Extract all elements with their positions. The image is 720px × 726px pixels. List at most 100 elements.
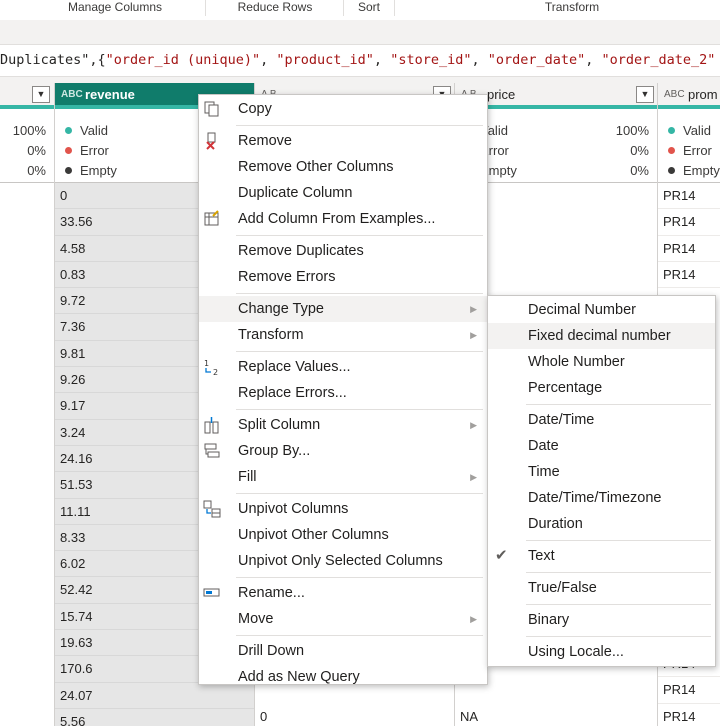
error-dot-icon [65,147,72,154]
table-cell[interactable]: PR14 [658,677,720,704]
formula-token: "order_date" [487,52,586,68]
column-name: revenue [85,87,135,102]
menu-item-remove[interactable]: Remove [199,128,487,154]
empty-dot-icon [65,167,72,174]
valid-percent: 100% [615,123,649,138]
menu-item-drill-down[interactable]: Drill Down [199,638,487,664]
valid-label: Valid [668,121,711,141]
column-quality: 100% 0% 0% [0,113,54,183]
menu-separator [526,572,711,573]
menu-item-rename[interactable]: Rename... [199,580,487,606]
menu-item-fill[interactable]: Fill ▶ [199,464,487,490]
error-label: Error [65,141,109,161]
ribbon-group-manage-columns: Manage Columns [67,0,163,14]
text-type-icon[interactable]: ABC [61,83,83,107]
column-header-promo[interactable]: ABC prom [658,83,720,109]
menu-item-move[interactable]: Move ▶ [199,606,487,632]
menu-separator [526,636,711,637]
type-date-time[interactable]: Date/Time [488,407,715,433]
empty-label: Empty [668,161,720,181]
svg-text:2: 2 [213,368,218,376]
empty-dot-icon [668,167,675,174]
type-percentage[interactable]: Percentage [488,375,715,401]
table-cell[interactable]: PR14 [658,209,720,236]
chevron-right-icon: ▶ [470,420,477,430]
menu-item-unpivot-columns[interactable]: Unpivot Columns [199,496,487,522]
chevron-down-icon[interactable]: ▼ [636,86,654,103]
menu-item-replace-values[interactable]: 12 Replace Values... [199,354,487,380]
replace-values-icon: 12 [204,359,218,376]
menu-item-add-column-from-examples[interactable]: Add Column From Examples... [199,206,487,232]
table-cell[interactable]: PR14 [658,183,720,210]
ribbon-group-transform: Transform [544,0,600,14]
column-name: prom [688,87,718,102]
menu-item-remove-other-columns[interactable]: Remove Other Columns [199,154,487,180]
menu-item-transform[interactable]: Transform ▶ [199,322,487,348]
copy-icon [204,101,219,117]
rename-icon [203,588,220,597]
menu-item-remove-errors[interactable]: Remove Errors [199,264,487,290]
column-name: price [487,87,516,102]
type-date-time-timezone[interactable]: Date/Time/Timezone [488,485,715,511]
menu-item-change-type[interactable]: Change Type ▶ [199,296,487,322]
menu-item-group-by[interactable]: Group By... [199,438,487,464]
error-label: Error [668,141,712,161]
valid-percent: 100% [12,123,46,138]
menu-separator [236,577,483,578]
group-by-icon [204,443,220,458]
split-column-icon [204,417,219,434]
type-fixed-decimal-number[interactable]: Fixed decimal number [488,323,715,349]
chevron-right-icon: ▶ [470,330,477,340]
type-decimal-number[interactable]: Decimal Number [488,297,715,323]
change-type-submenu: Decimal Number Fixed decimal number Whol… [487,295,716,667]
formula-bar[interactable]: Duplicates",{"order_id (unique)", "produ… [0,44,720,77]
chevron-right-icon: ▶ [470,304,477,314]
valid-label: Valid [65,121,108,141]
type-true-false[interactable]: True/False [488,575,715,601]
column-header[interactable]: ▼ [0,83,54,109]
valid-dot-icon [668,127,675,134]
text-type-icon[interactable]: ABC [664,83,685,107]
formula-token: "order_id (unique)" [105,52,261,68]
error-percent: 0% [630,143,649,158]
menu-item-add-as-new-query[interactable]: Add as New Query [199,664,487,690]
column-previous[interactable]: ▼ 100% 0% 0% [0,83,55,726]
table-cell[interactable]: 5.56 [55,708,254,726]
type-text[interactable]: ✔ Text [488,543,715,569]
table-cell[interactable]: NA [455,704,657,726]
table-cell[interactable]: PR14 [658,704,720,726]
menu-item-unpivot-only-selected-columns[interactable]: Unpivot Only Selected Columns [199,548,487,574]
chevron-right-icon: ▶ [470,614,477,624]
type-using-locale[interactable]: Using Locale... [488,639,715,665]
empty-percent: 0% [27,163,46,178]
chevron-down-icon[interactable]: ▼ [32,86,50,103]
formula-prefix: Duplicates",{ [0,52,106,68]
column-quality: Valid Error Empty [658,113,720,183]
ribbon-divider [205,0,206,16]
table-cell[interactable]: 0 [255,704,454,726]
menu-item-copy[interactable]: Copy [199,96,487,122]
menu-separator [526,404,711,405]
type-date[interactable]: Date [488,433,715,459]
unpivot-icon [203,500,221,518]
menu-separator [236,493,483,494]
menu-item-remove-duplicates[interactable]: Remove Duplicates [199,238,487,264]
ribbon: Manage Columns Reduce Rows Sort Transfor… [0,0,720,20]
remove-column-icon [206,132,216,150]
menu-item-unpivot-other-columns[interactable]: Unpivot Other Columns [199,522,487,548]
menu-separator [236,409,483,410]
menu-item-duplicate-column[interactable]: Duplicate Column [199,180,487,206]
type-whole-number[interactable]: Whole Number [488,349,715,375]
menu-item-replace-errors[interactable]: Replace Errors... [199,380,487,406]
type-duration[interactable]: Duration [488,511,715,537]
table-cell[interactable]: PR14 [658,262,720,289]
menu-separator [236,125,483,126]
type-binary[interactable]: Binary [488,607,715,633]
menu-item-split-column[interactable]: Split Column ▶ [199,412,487,438]
visible-tail: NA NA [455,704,657,726]
table-cell[interactable]: PR14 [658,236,720,262]
type-time[interactable]: Time [488,459,715,485]
svg-text:1: 1 [204,359,209,368]
checkmark-icon: ✔ [495,547,508,564]
visible-tail: 0 0 [255,704,454,726]
